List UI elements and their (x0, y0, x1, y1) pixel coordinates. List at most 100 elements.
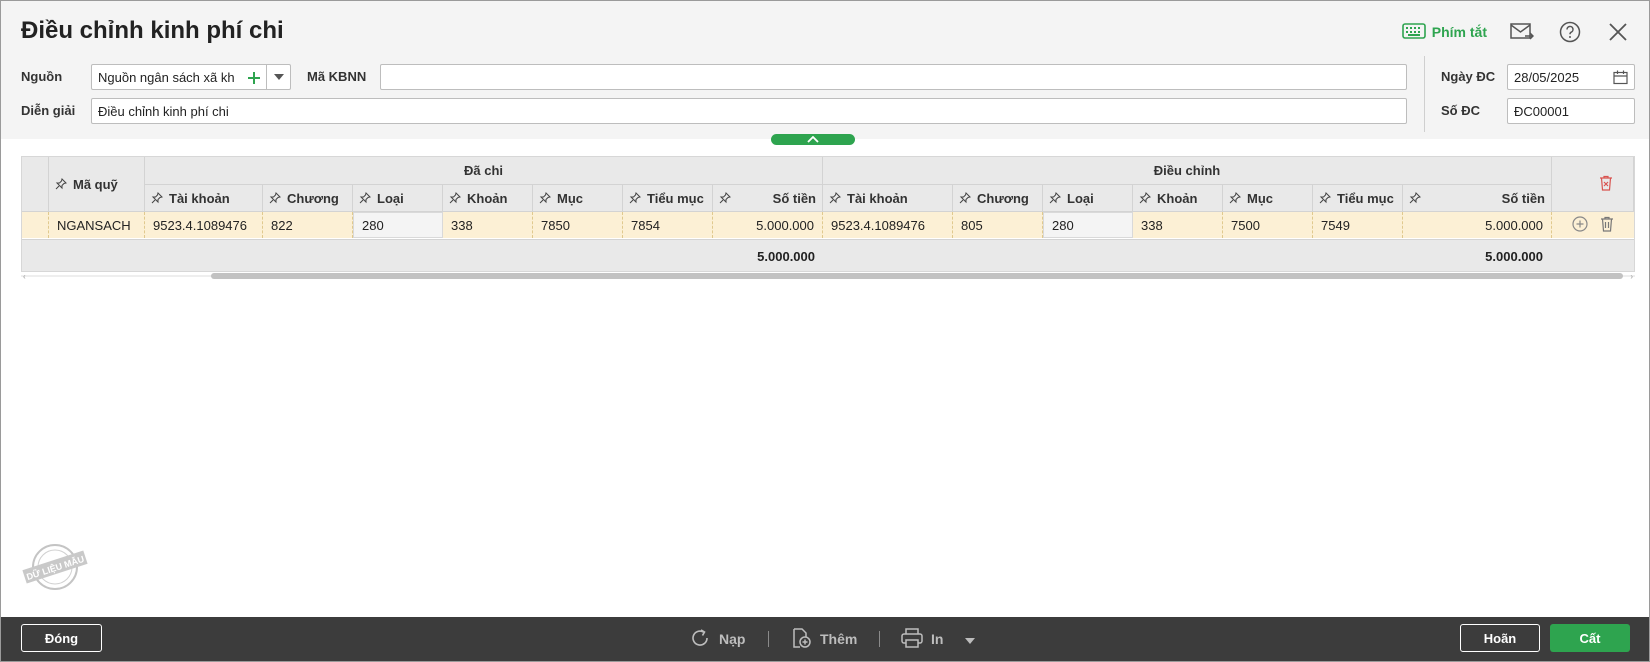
calendar-icon[interactable] (1613, 70, 1628, 88)
add-button[interactable]: Thêm (790, 617, 857, 661)
keyboard-icon (1401, 22, 1426, 42)
chevron-up-icon (807, 136, 819, 143)
help-icon[interactable] (1557, 19, 1583, 45)
col-adj-khoan[interactable]: Khoản (1133, 185, 1223, 212)
col-ma-quy[interactable]: Mã quỹ (49, 157, 145, 212)
pin-icon[interactable] (829, 192, 841, 204)
col-adj-tai-khoan[interactable]: Tài khoản (823, 185, 953, 212)
chevron-down-icon[interactable] (266, 65, 290, 89)
scroll-right-icon[interactable]: › (1630, 272, 1633, 281)
pin-icon[interactable] (269, 192, 281, 204)
horizontal-scrollbar[interactable]: ‹ › (21, 272, 1635, 281)
pin-icon[interactable] (1409, 192, 1421, 204)
delete-row-icon[interactable] (1600, 216, 1614, 235)
pin-icon[interactable] (151, 192, 163, 204)
print-dropdown-icon[interactable] (965, 631, 976, 647)
pin-icon[interactable] (539, 192, 551, 204)
ngay-dc-input[interactable]: 28/05/2025 (1507, 64, 1635, 90)
pin-icon[interactable] (629, 192, 641, 204)
pin-icon[interactable] (1049, 192, 1061, 204)
collapse-header-button[interactable] (771, 134, 855, 145)
col-dc-tai-khoan[interactable]: Tài khoản (145, 185, 263, 212)
add-row-icon[interactable] (1572, 215, 1588, 235)
printer-icon (901, 627, 923, 651)
print-button[interactable]: In (901, 617, 976, 661)
col-dc-muc[interactable]: Mục (533, 185, 623, 212)
cell-adj-tieu-muc[interactable]: 7549 (1313, 212, 1403, 238)
shortcut-button[interactable]: Phím tắt (1401, 22, 1487, 42)
ngay-dc-value: 28/05/2025 (1514, 69, 1580, 85)
pin-icon[interactable] (449, 192, 461, 204)
delete-all-icon[interactable] (1599, 175, 1613, 194)
ngay-dc-label: Ngày ĐC (1441, 69, 1496, 84)
cell-dc-tieu-muc[interactable]: 7854 (623, 212, 713, 238)
pin-icon[interactable] (1229, 192, 1241, 204)
scrollbar-thumb[interactable] (211, 273, 1623, 279)
cell-adj-khoan[interactable]: 338 (1133, 212, 1223, 238)
col-dc-so-tien[interactable]: Số tiền (713, 185, 823, 212)
cell-adj-loai[interactable]: 280 (1043, 212, 1133, 238)
ma-kbnn-input[interactable] (380, 64, 1407, 90)
nguon-combo[interactable]: Nguồn ngân sách xã kh (91, 64, 291, 90)
header-divider (1424, 56, 1425, 132)
cell-dc-loai[interactable]: 280 (353, 212, 443, 238)
cell-dc-chuong[interactable]: 822 (263, 212, 353, 238)
col-adj-loai[interactable]: Loại (1043, 185, 1133, 212)
pin-icon[interactable] (959, 192, 971, 204)
group-header-dieu-chinh: Điều chỉnh (823, 157, 1552, 185)
save-button[interactable]: Cất (1550, 624, 1630, 652)
dien-giai-label: Diễn giải (21, 103, 76, 118)
scroll-left-icon[interactable]: ‹ (23, 272, 26, 281)
col-dc-chuong[interactable]: Chương (263, 185, 353, 212)
col-adj-so-tien[interactable]: Số tiền (1403, 185, 1552, 212)
nguon-label: Nguồn (21, 69, 63, 84)
sample-data-stamp: DỮ LIỆU MẪU (21, 541, 89, 593)
pin-icon[interactable] (719, 192, 731, 204)
pin-icon[interactable] (1139, 192, 1151, 204)
row-indicator[interactable] (22, 212, 49, 238)
row-indicator-header (22, 157, 49, 212)
cell-adj-chuong[interactable]: 805 (953, 212, 1043, 238)
row-actions (1552, 212, 1634, 238)
cell-dc-muc[interactable]: 7850 (533, 212, 623, 238)
refresh-icon (689, 627, 711, 652)
ma-kbnn-label: Mã KBNN (307, 69, 367, 84)
cell-adj-tai-khoan[interactable]: 9523.4.1089476 (823, 212, 953, 238)
add-document-icon (790, 627, 812, 652)
add-icon[interactable] (244, 68, 264, 88)
so-dc-input[interactable]: ĐC00001 (1507, 98, 1635, 124)
cell-adj-so-tien[interactable]: 5.000.000 (1403, 212, 1552, 238)
totals-row: 5.000.000 5.000.000 (22, 239, 1634, 271)
cell-dc-tai-khoan[interactable]: 9523.4.1089476 (145, 212, 263, 238)
mail-icon[interactable] (1509, 19, 1535, 45)
cancel-button[interactable]: Hoãn (1460, 624, 1540, 652)
pin-icon[interactable] (55, 178, 67, 190)
nguon-value: Nguồn ngân sách xã kh (98, 69, 235, 85)
group-header-da-chi: Đã chi (145, 157, 823, 185)
pin-icon[interactable] (359, 192, 371, 204)
cell-adj-muc[interactable]: 7500 (1223, 212, 1313, 238)
footer-bar: Đóng Nạp Thêm In Hoãn Cất (1, 617, 1649, 661)
reload-button[interactable]: Nạp (689, 617, 745, 661)
col-adj-chuong[interactable]: Chương (953, 185, 1043, 212)
dien-giai-input[interactable]: Điều chỉnh kinh phí chi (91, 98, 1407, 124)
close-button[interactable]: Đóng (21, 624, 102, 652)
col-adj-tieu-muc[interactable]: Tiểu mục (1313, 185, 1403, 212)
col-dc-tieu-muc[interactable]: Tiểu mục (623, 185, 713, 212)
col-dc-khoan[interactable]: Khoản (443, 185, 533, 212)
cell-dc-khoan[interactable]: 338 (443, 212, 533, 238)
page-title: Điều chỉnh kinh phí chi (21, 17, 284, 44)
total-dieu-chinh: 5.000.000 (1485, 248, 1543, 264)
col-adj-muc[interactable]: Mục (1223, 185, 1313, 212)
data-grid: Mã quỹ Đã chi Điều chỉnh Tài khoản Chươn… (21, 156, 1635, 272)
cell-dc-so-tien[interactable]: 5.000.000 (713, 212, 823, 238)
close-icon[interactable] (1605, 19, 1631, 45)
col-dc-loai[interactable]: Loại (353, 185, 443, 212)
so-dc-label: Số ĐC (1441, 103, 1480, 118)
delete-all-cell (1552, 157, 1634, 212)
shortcut-label: Phím tắt (1431, 24, 1487, 40)
pin-icon[interactable] (1319, 192, 1331, 204)
cell-ma-quy[interactable]: NGANSACH (49, 212, 145, 238)
total-da-chi: 5.000.000 (757, 248, 815, 264)
top-actions: Phím tắt (1401, 19, 1631, 45)
